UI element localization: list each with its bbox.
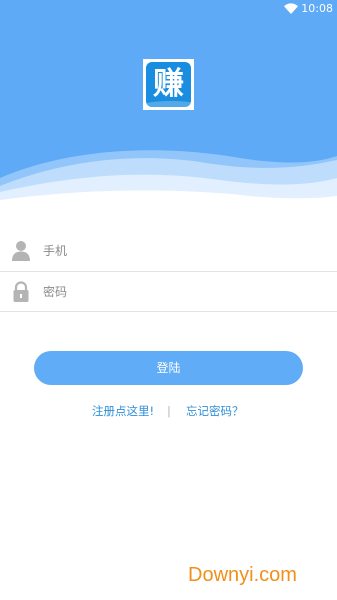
user-icon (12, 241, 30, 261)
logo-char: 赚 (153, 66, 184, 102)
status-bar: 10:08 (0, 0, 337, 18)
register-link[interactable]: 注册点这里! (92, 402, 154, 420)
links-row: 注册点这里! | 忘记密码？ (0, 402, 337, 420)
link-separator: | (167, 404, 171, 418)
header: 10:08 赚 (0, 0, 337, 210)
password-row (0, 272, 337, 312)
phone-input[interactable] (43, 240, 323, 262)
watermark: Downyi.com (188, 564, 297, 586)
password-input[interactable] (43, 281, 323, 303)
phone-row (0, 231, 337, 271)
app-logo: 赚 (143, 59, 194, 110)
status-time: 10:08 (301, 2, 333, 15)
wave-decoration (0, 150, 337, 210)
divider (0, 311, 337, 312)
lock-icon (13, 281, 29, 302)
login-button[interactable]: 登陆 (34, 351, 303, 385)
wifi-icon (284, 3, 298, 14)
forgot-password-link[interactable]: 忘记密码？ (186, 402, 244, 420)
